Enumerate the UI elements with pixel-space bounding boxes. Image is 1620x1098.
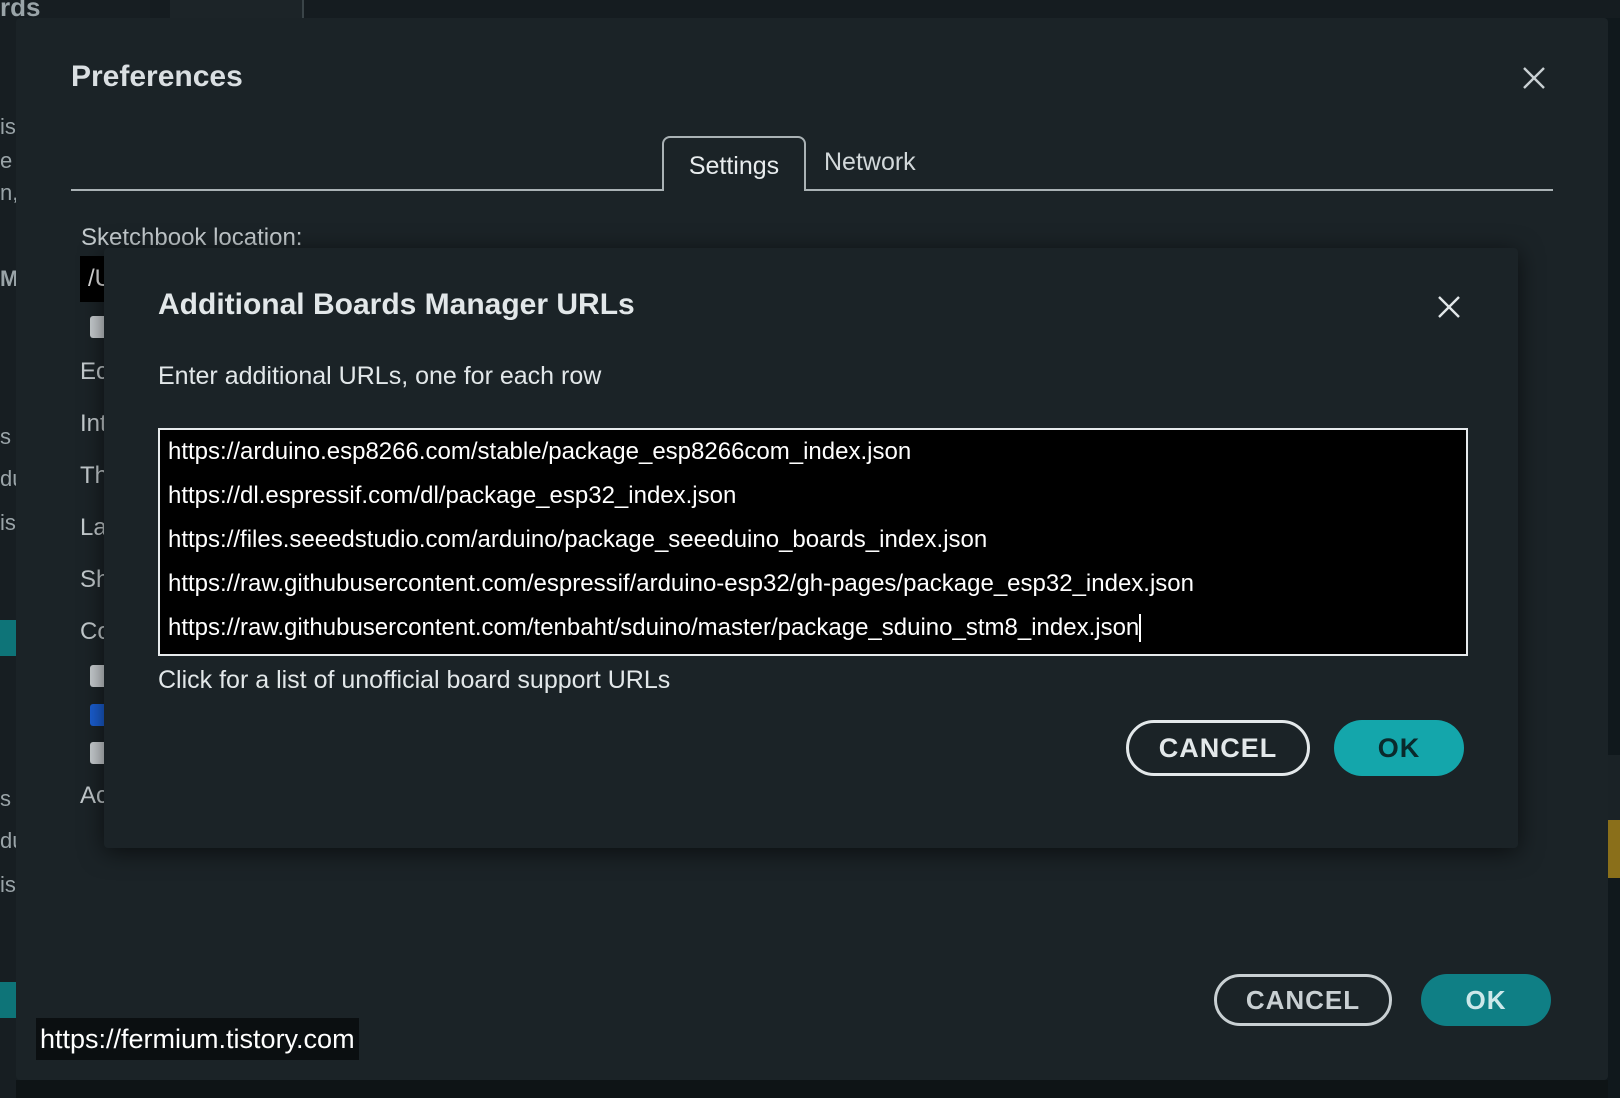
additional-urls-dialog: Additional Boards Manager URLs Enter add… [104,248,1518,848]
setting-label: La [80,514,107,541]
background-text-fragment: s [0,786,11,811]
background-tab [170,0,304,18]
background-teal-marker [0,620,16,656]
close-icon[interactable] [1518,62,1550,94]
urls-instructions: Enter additional URLs, one for each row [158,362,602,390]
setting-label: Int [80,410,107,437]
unofficial-urls-link[interactable]: Click for a list of unofficial board sup… [158,666,670,695]
tabs-divider [71,189,1553,191]
url-row: https://dl.espressif.com/dl/package_esp3… [168,482,737,509]
background-text-fragment: is [0,872,16,897]
url-row: https://arduino.esp8266.com/stable/packa… [168,438,912,465]
preferences-title: Preferences [71,60,243,93]
preferences-ok-button[interactable]: OK [1421,974,1551,1026]
close-icon[interactable] [1434,292,1464,322]
url-row-text: https://raw.githubusercontent.com/tenbah… [168,614,1140,641]
background-toolbar [150,0,1620,18]
urls-dialog-title: Additional Boards Manager URLs [158,288,635,321]
url-row: https://raw.githubusercontent.com/espres… [168,570,1194,597]
tab-settings[interactable]: Settings [662,136,806,191]
background-bottom-strip [16,1080,1608,1098]
background-highlight [1608,820,1620,878]
urls-ok-button[interactable]: OK [1334,720,1464,776]
watermark-text: https://fermium.tistory.com [36,1018,359,1060]
background-text-fragment: s [0,424,11,449]
text-caret [1139,614,1142,642]
urls-cancel-button[interactable]: CANCEL [1126,720,1310,776]
background-teal-marker [0,982,16,1018]
preferences-cancel-button[interactable]: CANCEL [1214,974,1392,1026]
url-row: https://files.seeedstudio.com/arduino/pa… [168,526,988,553]
urls-textarea[interactable]: https://arduino.esp8266.com/stable/packa… [158,428,1468,656]
tab-network[interactable]: Network [824,148,916,177]
background-text-fragment: is [0,510,16,535]
background-text-fragment: is [0,114,16,139]
url-row: https://raw.githubusercontent.com/tenbah… [168,614,1466,658]
